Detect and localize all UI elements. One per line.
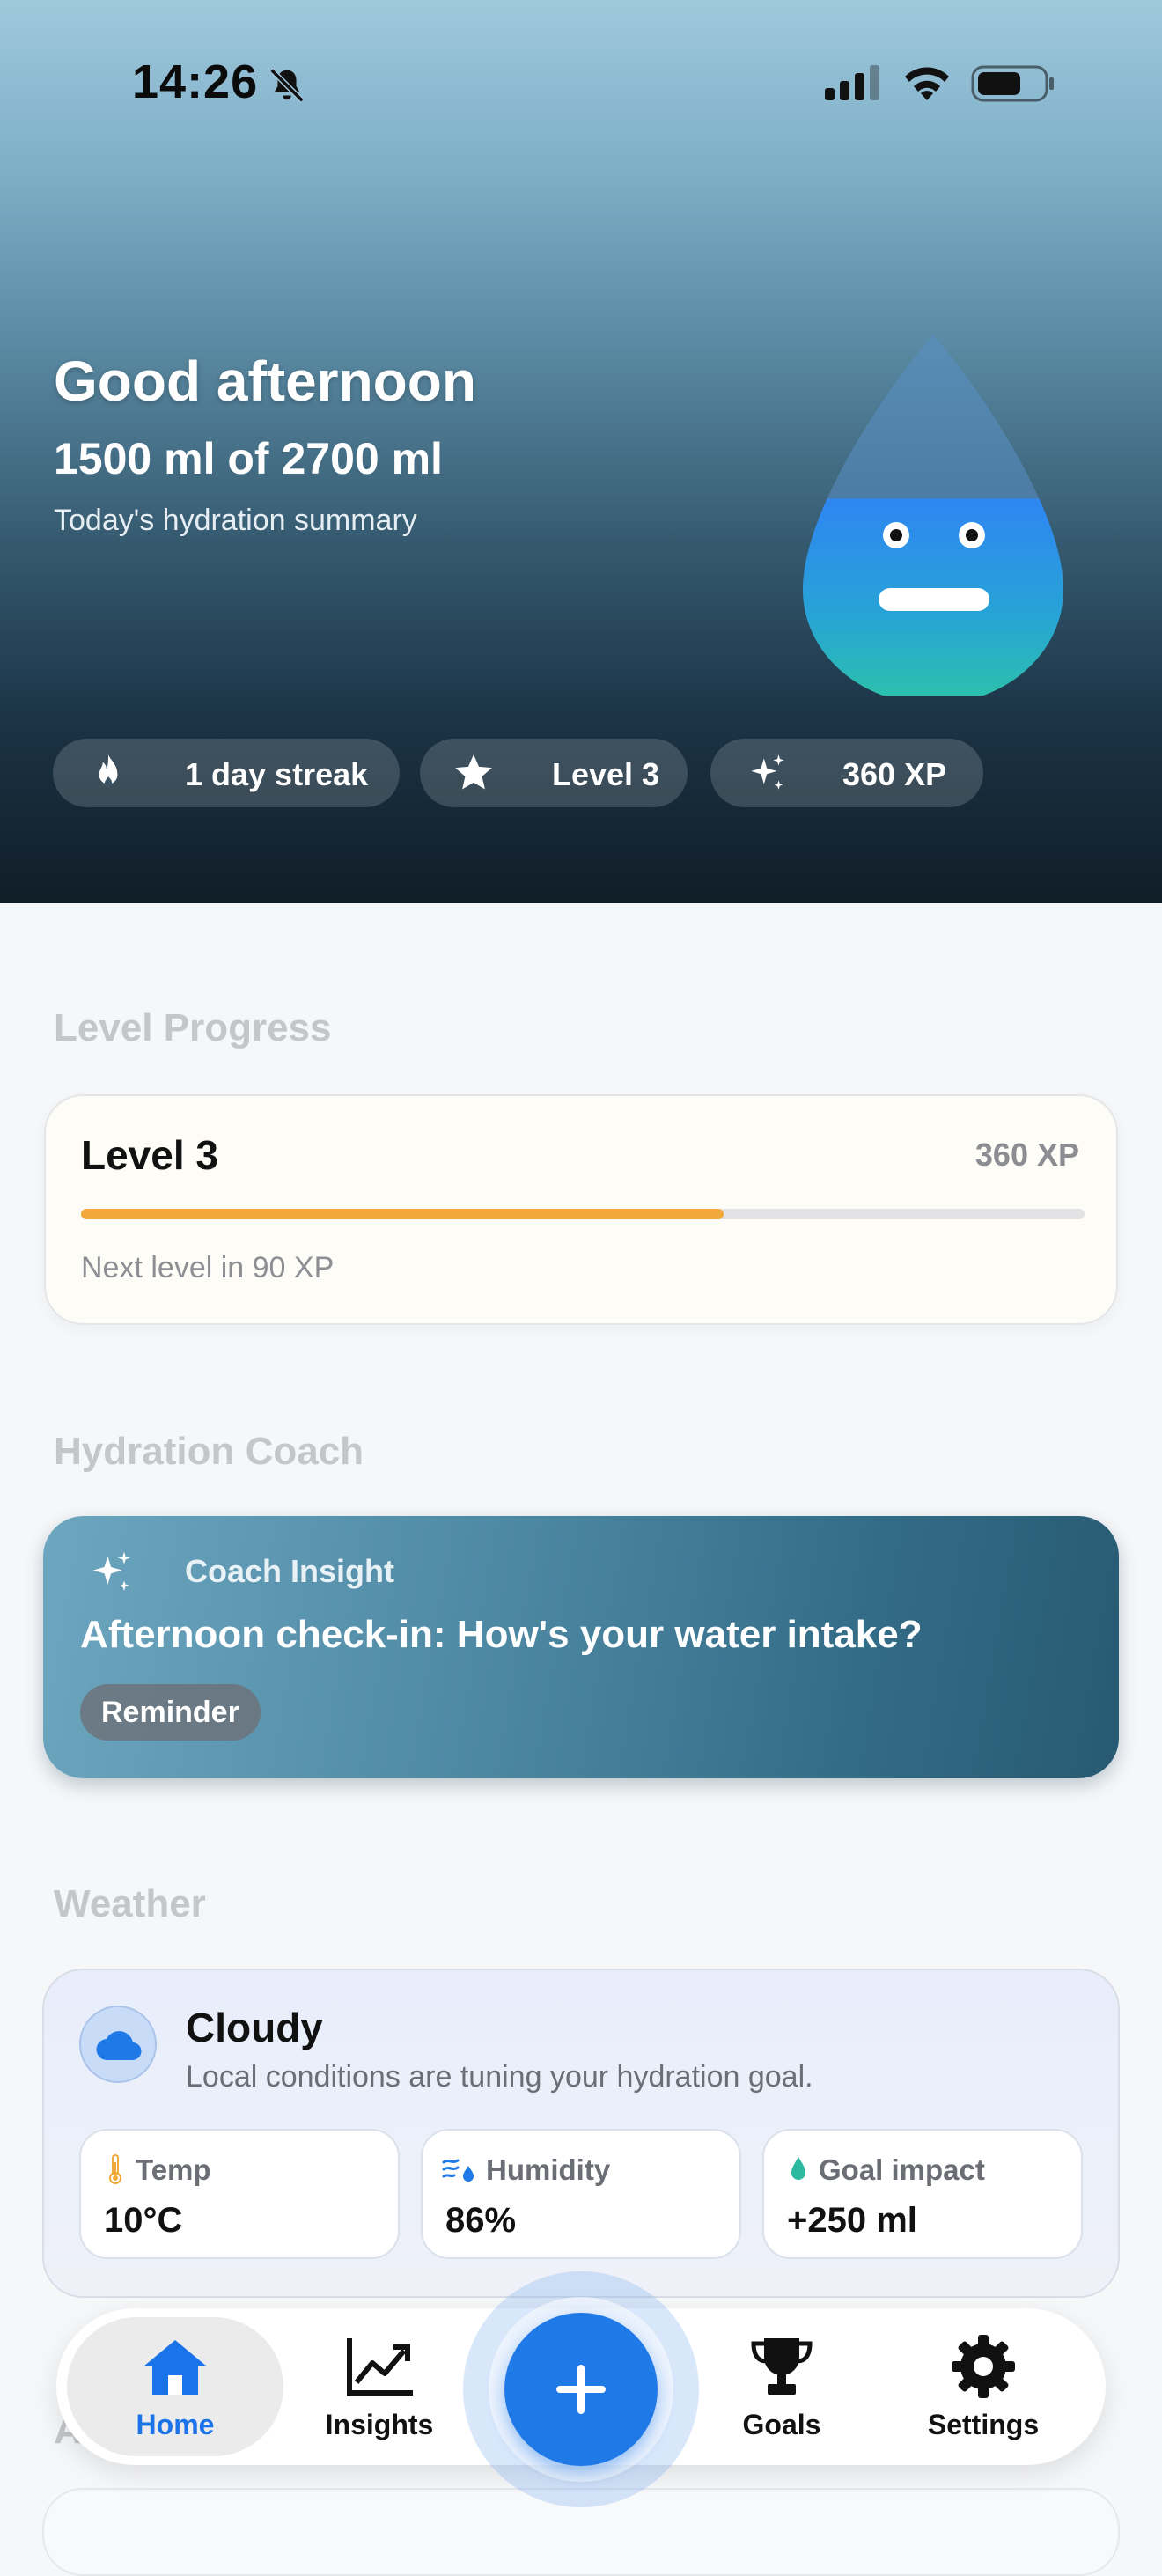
goal-impact-value: +250 ml: [787, 2201, 917, 2240]
next-level-label: Next level in 90 XP: [81, 1251, 335, 1284]
wind-drop-icon: [442, 2159, 474, 2182]
humidity-label: Humidity: [486, 2153, 611, 2186]
tab-insights-label: Insights: [325, 2409, 434, 2440]
add-water-button[interactable]: [504, 2313, 658, 2466]
reminder-badge: Reminder: [80, 1684, 261, 1741]
bell-muted-icon: [269, 68, 305, 103]
level-progress-heading: Level Progress: [54, 1006, 332, 1049]
coach-insight-card[interactable]: Coach Insight Afternoon check-in: How's …: [43, 1516, 1119, 1778]
temp-value: 10°C: [104, 2201, 183, 2240]
trophy-icon: [751, 2338, 813, 2395]
star-icon: [455, 754, 492, 790]
flame-icon: [99, 754, 118, 787]
temp-label: Temp: [136, 2153, 211, 2186]
gear-icon: [952, 2335, 1015, 2398]
plus-icon: [556, 2365, 606, 2414]
tab-settings-label: Settings: [927, 2409, 1040, 2440]
tab-settings[interactable]: Settings: [891, 2308, 1076, 2465]
coach-kicker: Coach Insight: [185, 1553, 395, 1589]
humidity-value: 86%: [445, 2201, 517, 2240]
tab-goals[interactable]: Goals: [689, 2308, 874, 2465]
hero-header: 14:26 Good afternoon 1500 ml of 2700 ml …: [0, 0, 1162, 903]
goal-impact-tile: Goal impact +250 ml: [762, 2129, 1083, 2259]
tab-home-label: Home: [136, 2409, 215, 2440]
xp-chip: 360 XP: [710, 739, 983, 807]
tab-home[interactable]: Home: [67, 2317, 283, 2456]
level-xp-value: 360 XP: [974, 1137, 1079, 1173]
wifi-icon: [905, 67, 949, 100]
droplet-icon: [791, 2157, 805, 2180]
streak-label: 1 day streak: [185, 756, 369, 792]
weather-condition: Cloudy: [186, 2005, 323, 2050]
weather-heading: Weather: [54, 1882, 206, 1925]
level-progress-bar: [81, 1209, 1085, 1219]
weather-description: Local conditions are tuning your hydrati…: [186, 2060, 813, 2094]
xp-chip-label: 360 XP: [842, 756, 947, 792]
tab-goals-label: Goals: [742, 2409, 821, 2440]
coach-message: Afternoon check-in: How's your water int…: [80, 1613, 923, 1656]
hydration-summary-label: Today's hydration summary: [54, 504, 417, 537]
cellular-signal-icon: [825, 65, 879, 100]
greeting-title: Good afternoon: [54, 350, 476, 413]
goal-impact-label: Goal impact: [819, 2153, 985, 2186]
level-chip-label: Level 3: [552, 756, 660, 792]
chart-icon: [347, 2338, 413, 2396]
cloud-icon: [96, 2031, 142, 2061]
level-title: Level 3: [81, 1132, 218, 1178]
thermometer-icon: [109, 2154, 121, 2184]
water-drop-mascot: [803, 335, 1063, 696]
tab-insights[interactable]: Insights: [287, 2308, 472, 2465]
level-progress-card[interactable]: Level 3 360 XP Next level in 90 XP: [44, 1094, 1118, 1325]
level-progress-fill: [81, 1209, 724, 1219]
humidity-tile: Humidity 86%: [421, 2129, 741, 2259]
weather-card[interactable]: Cloudy Local conditions are tuning your …: [42, 1969, 1120, 2298]
status-bar: 14:26: [0, 0, 1162, 167]
hydration-coach-heading: Hydration Coach: [54, 1430, 364, 1473]
intake-amount: 1500 ml of 2700 ml: [54, 434, 443, 483]
temp-tile: Temp 10°C: [79, 2129, 400, 2259]
battery-icon: [971, 65, 1054, 102]
home-icon: [143, 2340, 207, 2395]
sparkles-icon: [751, 754, 784, 790]
sparkles-icon: [93, 1551, 130, 1591]
status-time: 14:26: [132, 55, 259, 108]
weather-icon-badge: [79, 2006, 157, 2083]
streak-chip: 1 day streak: [53, 739, 400, 807]
level-chip: Level 3: [420, 739, 688, 807]
